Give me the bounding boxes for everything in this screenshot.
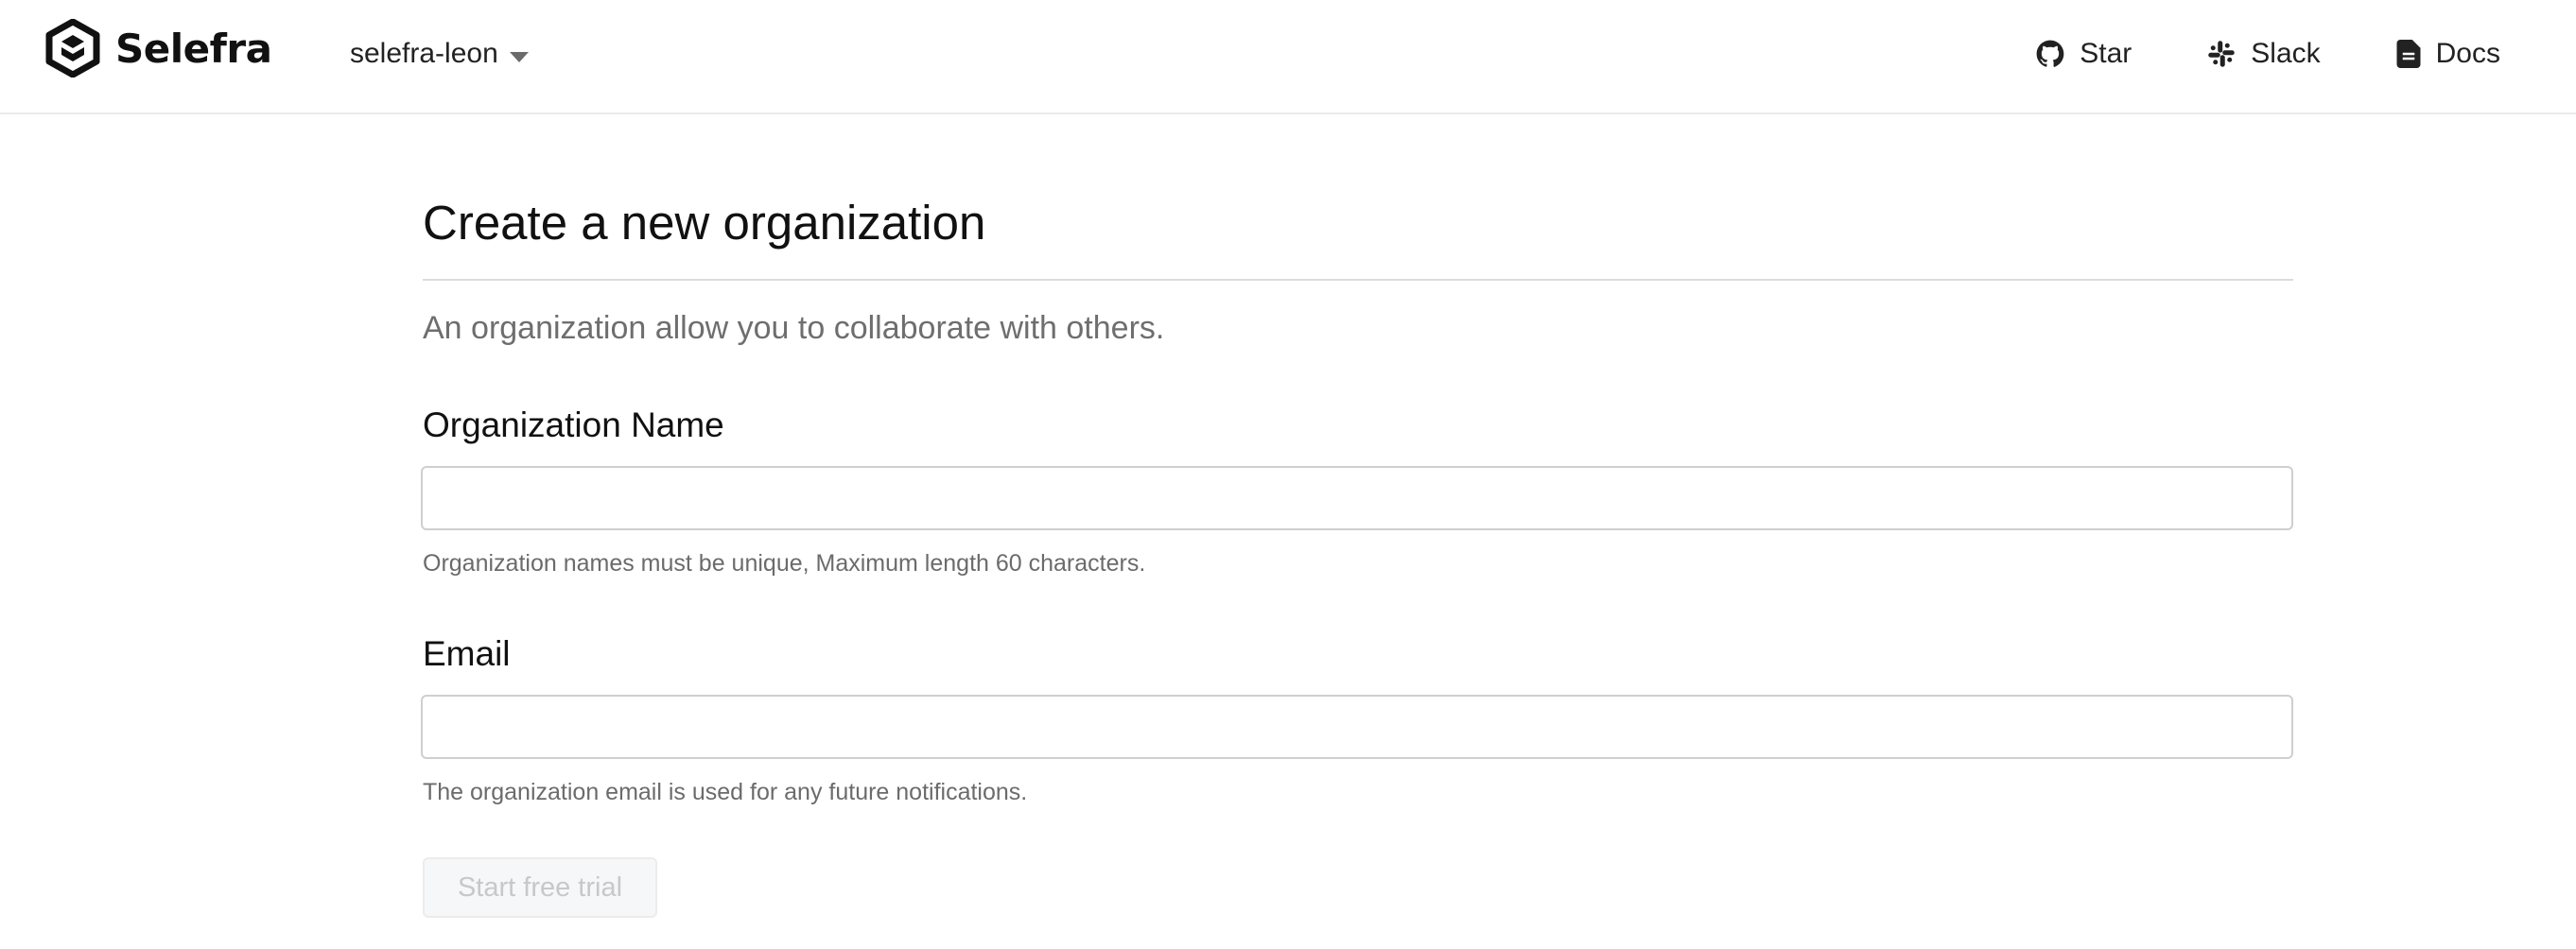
- docs-link-label: Docs: [2435, 38, 2500, 69]
- brand-name: Selefra: [115, 25, 272, 72]
- org-switcher[interactable]: selefra-leon: [350, 33, 529, 75]
- docs-icon: [2396, 40, 2421, 68]
- page-subtitle: An organization allow you to collaborate…: [423, 310, 1165, 346]
- star-link-label: Star: [2080, 38, 2132, 69]
- start-free-trial-button[interactable]: Start free trial: [423, 857, 657, 918]
- slack-icon: [2207, 40, 2236, 68]
- selefra-logo-icon: [45, 19, 100, 78]
- docs-link[interactable]: Docs: [2396, 38, 2500, 70]
- header-links: Star Slack Docs: [2036, 33, 2500, 75]
- slack-link-label: Slack: [2251, 38, 2321, 69]
- email-label: Email: [423, 634, 511, 673]
- org-name-help: Organization names must be unique, Maxim…: [423, 550, 1146, 577]
- email-help: The organization email is used for any f…: [423, 779, 1028, 805]
- org-name-label: Organization Name: [423, 405, 724, 444]
- org-switcher-label: selefra-leon: [350, 38, 498, 69]
- slack-link[interactable]: Slack: [2207, 38, 2321, 70]
- brand-logo[interactable]: Selefra: [45, 19, 272, 78]
- create-org-form: Create a new organization An organizatio…: [421, 114, 2293, 918]
- chevron-down-icon: [509, 51, 529, 62]
- org-name-input[interactable]: [421, 466, 2293, 530]
- page-title: Create a new organization: [423, 196, 986, 250]
- top-nav: Selefra selefra-leon Star Slack Docs: [0, 0, 2576, 114]
- title-divider: [423, 279, 2293, 281]
- star-link[interactable]: Star: [2036, 38, 2132, 70]
- email-input[interactable]: [421, 695, 2293, 759]
- github-icon: [2036, 40, 2064, 68]
